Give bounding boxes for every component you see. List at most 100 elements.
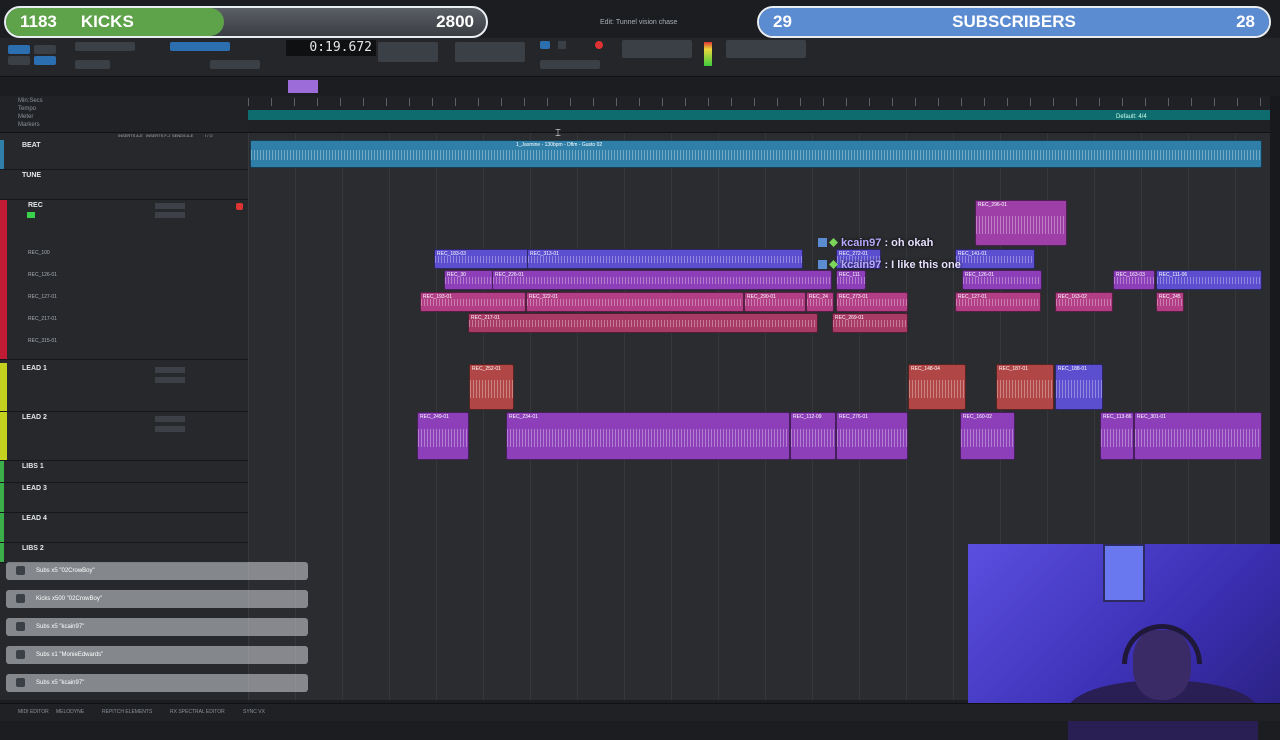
- selection-fields[interactable]: [378, 42, 438, 62]
- badge-icon: [818, 238, 827, 247]
- audio-clip[interactable]: REC_111: [836, 270, 866, 290]
- track-lead-2[interactable]: LEAD 2: [0, 412, 248, 461]
- chat-user: kcain97: [841, 237, 882, 249]
- timeline-ruler[interactable]: Default: 4/4: [248, 96, 1270, 133]
- header-inserts-ae: INSERTS A-E: [118, 133, 143, 138]
- audio-clip[interactable]: REC_188-01: [1055, 364, 1103, 410]
- tab-sync-vx[interactable]: SYNC VX: [243, 709, 265, 715]
- stop-icon[interactable]: [558, 41, 566, 49]
- clip-label: REC_322-01: [529, 294, 558, 300]
- zoom-presets[interactable]: [75, 60, 110, 69]
- playlist-lane-label: REC_100: [28, 250, 50, 256]
- clip-label: REC_217-01: [471, 315, 500, 321]
- audio-clip[interactable]: REC_141-01: [955, 249, 1035, 269]
- audio-clip[interactable]: REC_296-01: [975, 200, 1067, 246]
- audio-clip[interactable]: REC_322-01: [526, 292, 744, 312]
- audio-clip[interactable]: REC_127-01: [955, 292, 1041, 312]
- track-beat[interactable]: BEAT: [0, 140, 248, 170]
- alert-item: Subs x5 "kcain97": [6, 674, 308, 692]
- play-icon[interactable]: [540, 41, 550, 49]
- clip-label: REC_187-01: [999, 366, 1028, 372]
- track-lead-4[interactable]: LEAD 4: [0, 513, 248, 543]
- audio-clip[interactable]: REC_249-01: [417, 412, 469, 460]
- timeline-selection[interactable]: [288, 80, 318, 93]
- alert-text: Subs x1 "MonieEdwards": [36, 652, 104, 658]
- audio-clip[interactable]: REC_30: [444, 270, 494, 290]
- transport-nav-buttons[interactable]: [540, 60, 600, 69]
- audio-clip[interactable]: REC_193-01: [420, 292, 526, 312]
- clip-label: REC_226-01: [495, 272, 524, 278]
- midi-controls[interactable]: [622, 40, 692, 58]
- audio-clip[interactable]: REC_252-01: [469, 364, 514, 410]
- audio-clip[interactable]: REC_111-06: [1156, 270, 1262, 290]
- kicks-goal: 2800: [436, 12, 474, 31]
- subs-goal-banner: 29 SUBSCRIBERS 28: [757, 6, 1271, 38]
- clip-label: REC_296-01: [978, 202, 1007, 208]
- track-name: TUNE: [22, 172, 42, 179]
- track-tune[interactable]: TUNE: [0, 170, 248, 200]
- audio-clip[interactable]: 1_Jasmine - 130bpm - Dflm - Gusto 02: [250, 140, 1262, 168]
- mode-button-slip[interactable]: [8, 56, 30, 65]
- record-arm-button[interactable]: [236, 203, 243, 210]
- clip-label: REC_272-01: [839, 251, 868, 257]
- header-inserts-fj: INSERTS F-J: [146, 133, 171, 138]
- audio-clip[interactable]: REC_113-86: [1100, 412, 1134, 460]
- mode-button-spot[interactable]: [34, 45, 56, 54]
- track-lead-3[interactable]: LEAD 3: [0, 483, 248, 513]
- clip-label: REC_252-01: [472, 366, 501, 372]
- audio-clip[interactable]: REC_269-01: [832, 313, 908, 333]
- track-libs-1[interactable]: LIBS 1: [0, 461, 248, 483]
- nudge-grid-fields[interactable]: [455, 42, 525, 62]
- badge-icon: [829, 238, 838, 247]
- audio-clip[interactable]: REC_160-02: [960, 412, 1015, 460]
- audio-clip[interactable]: REC_273-01: [836, 292, 908, 312]
- track-name: LIBS 1: [22, 463, 44, 470]
- audio-clip[interactable]: REC_163-03: [1113, 270, 1155, 290]
- audio-clip[interactable]: REC_301-01: [1134, 412, 1262, 460]
- audio-clip[interactable]: REC_24: [806, 292, 834, 312]
- alert-item: Subs x5 "02CrowBoy": [6, 562, 308, 580]
- audio-clip[interactable]: REC_226-01: [492, 270, 832, 290]
- playlist-lane-label: REC_217-01: [28, 316, 57, 322]
- track-libs-2[interactable]: LIBS 2: [0, 543, 248, 563]
- clip-label: REC_290-01: [747, 294, 776, 300]
- audio-clip[interactable]: REC_112-09: [790, 412, 836, 460]
- track-name: REC: [28, 202, 43, 209]
- record-icon[interactable]: [595, 41, 603, 49]
- tab-melodyne[interactable]: MELODYNE: [56, 709, 84, 715]
- audio-clip[interactable]: REC_126-01: [962, 270, 1042, 290]
- clip-label: REC_126-01: [965, 272, 994, 278]
- audio-clip[interactable]: REC_187-01: [996, 364, 1054, 410]
- kicks-count: 1183: [20, 12, 57, 31]
- kicks-label: KICKS: [80, 12, 134, 31]
- audio-clip[interactable]: REC_163-02: [1055, 292, 1113, 312]
- track-lead-1[interactable]: LEAD 1: [0, 363, 248, 412]
- clip-label: REC_193-01: [423, 294, 452, 300]
- edit-tools[interactable]: [170, 42, 230, 51]
- edit-tools-secondary[interactable]: [210, 60, 260, 69]
- clip-label: REC_188-01: [1058, 366, 1087, 372]
- audio-clip[interactable]: REC_234-01: [506, 412, 790, 460]
- playlist-lane-label: REC_126-01: [28, 272, 57, 278]
- grid-nudge-settings[interactable]: [726, 40, 806, 58]
- alert-gift-icon: [16, 678, 25, 687]
- audio-clip[interactable]: REC_245: [1156, 292, 1184, 312]
- meter-default-label: Default: 4/4: [1116, 114, 1147, 120]
- mode-button-grid[interactable]: [34, 56, 56, 65]
- audio-clip[interactable]: REC_313-01: [527, 249, 803, 269]
- clip-label: REC_113-86: [1103, 414, 1132, 420]
- audio-clip[interactable]: REC_217-01: [468, 313, 818, 333]
- tab-repitch[interactable]: REPITCH ELEMENTS: [102, 709, 152, 715]
- main-counter[interactable]: 0:19.672: [286, 40, 376, 56]
- audio-clip[interactable]: REC_290-01: [744, 292, 806, 312]
- audio-clip[interactable]: REC_183-03: [434, 249, 529, 269]
- audio-clip[interactable]: REC_276-01: [836, 412, 908, 460]
- tab-midi-editor[interactable]: MIDI EDITOR: [18, 709, 49, 715]
- audio-clip[interactable]: REC_148-04: [908, 364, 966, 410]
- mode-button-shuffle[interactable]: [8, 45, 30, 54]
- clip-label: REC_245: [1159, 294, 1181, 300]
- tab-rx-spectral[interactable]: RX SPECTRAL EDITOR: [170, 709, 225, 715]
- track-rec[interactable]: REC REC_100 REC_126-01 REC_127-01 REC_21…: [0, 200, 248, 360]
- alert-gift-icon: [16, 650, 25, 659]
- zoom-buttons[interactable]: [75, 42, 135, 51]
